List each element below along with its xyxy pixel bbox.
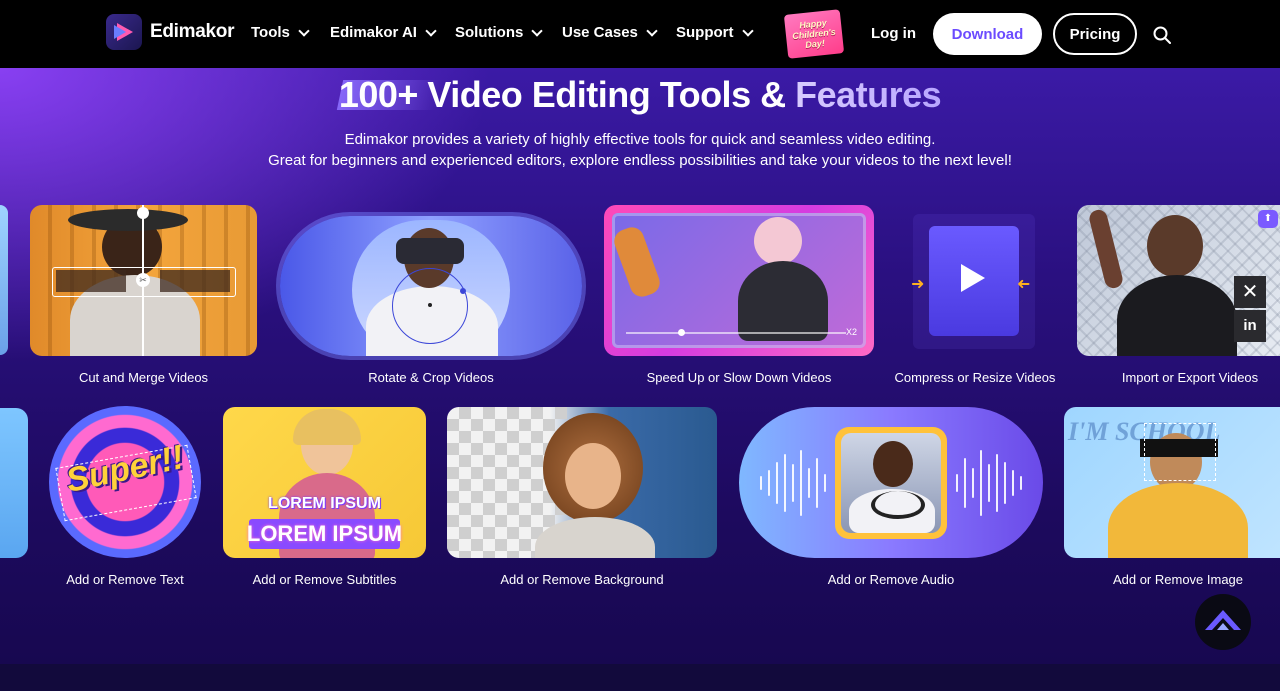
promo-line-3: Day! (804, 37, 826, 50)
chevron-down-icon (646, 24, 658, 37)
compress-label: Compress or Resize Videos (894, 370, 1056, 385)
rotate-crop-card[interactable] (280, 216, 582, 356)
nav-solutions-label: Solutions (455, 24, 524, 41)
nav-use-cases-label: Use Cases (562, 24, 638, 41)
subtitles-label: Add or Remove Subtitles (252, 572, 397, 587)
import-export-label: Import or Export Videos (1121, 370, 1259, 385)
compress-card[interactable]: ➜ ➜ (905, 208, 1043, 353)
audio-card[interactable] (739, 407, 1043, 558)
add-text-card[interactable]: Super!! (49, 406, 201, 558)
nav-edimakor-ai[interactable]: Edimakor AI (330, 24, 437, 41)
download-button[interactable]: Download (933, 13, 1042, 55)
nav-edimakor-ai-label: Edimakor AI (330, 24, 417, 41)
nav-tools-label: Tools (251, 24, 290, 41)
play-icon (961, 264, 985, 292)
brand-logo[interactable]: Edimakor (106, 14, 234, 50)
speed-label: Speed Up or Slow Down Videos (646, 370, 832, 385)
childrens-day-promo-badge[interactable]: Happy Children's Day! (783, 9, 845, 59)
top-nav: Edimakor Tools Edimakor AI Solutions Use… (0, 0, 1280, 68)
speed-multiplier: X2 (846, 327, 858, 337)
cut-merge-label: Cut and Merge Videos (78, 370, 209, 385)
add-image-card[interactable]: I'M SCHOOL (1064, 407, 1280, 558)
edimakor-logo-icon (106, 14, 142, 50)
brand-name: Edimakor (150, 21, 235, 42)
nav-support-label: Support (676, 24, 734, 41)
chevron-down-icon (531, 24, 543, 37)
rotate-crop-label: Rotate & Crop Videos (368, 370, 494, 385)
login-link[interactable]: Log in (871, 25, 916, 42)
nav-use-cases[interactable]: Use Cases (562, 24, 658, 41)
subtitle-line-2: Great for beginners and experienced edit… (268, 152, 1012, 169)
subtitle-line-1: Edimakor provides a variety of highly ef… (344, 131, 936, 148)
scissors-icon: ✂ (136, 273, 150, 287)
arrow-left-icon: ➜ (1017, 276, 1031, 293)
search-icon[interactable] (1153, 26, 1171, 44)
nav-solutions[interactable]: Solutions (455, 24, 543, 41)
carousel-card-partial-left-row2[interactable] (0, 408, 28, 558)
chevron-down-icon (425, 24, 437, 37)
background-label: Add or Remove Background (500, 572, 664, 587)
edimakor-up-arrow-icon (1205, 610, 1241, 630)
arrow-right-icon: ➜ (911, 276, 925, 293)
chevron-down-icon (741, 24, 754, 37)
features-headline: 100+ Video Editing Tools & Features (0, 74, 1280, 116)
section-bottom-band (0, 664, 1280, 691)
headline-accent: Features (795, 74, 942, 115)
background-card[interactable] (447, 407, 717, 558)
audio-label: Add or Remove Audio (827, 572, 955, 587)
headline-main: 100+ Video Editing Tools & (338, 74, 796, 115)
carousel-card-partial-left[interactable] (0, 205, 8, 355)
linkedin-share-icon[interactable]: in (1234, 310, 1266, 342)
subtitle-text-1: LOREM IPSUM (268, 495, 381, 512)
speed-card[interactable]: X2 (604, 205, 874, 356)
subtitle-text-2: LOREM IPSUM (246, 521, 403, 546)
subtitles-card[interactable]: LOREM IPSUM LOREM IPSUM (223, 407, 426, 558)
nav-tools[interactable]: Tools (251, 24, 310, 41)
pricing-button[interactable]: Pricing (1053, 13, 1137, 55)
nav-support[interactable]: Support (676, 24, 754, 41)
back-to-top-button[interactable] (1195, 594, 1251, 650)
chevron-down-icon (298, 24, 310, 37)
add-image-label: Add or Remove Image (1112, 572, 1244, 587)
add-text-label: Add or Remove Text (66, 572, 184, 587)
cut-merge-card[interactable]: ✂ (30, 205, 257, 356)
scroll-up-small-icon[interactable]: ⬆ (1258, 210, 1278, 228)
x-share-icon[interactable]: ✕ (1234, 276, 1266, 308)
